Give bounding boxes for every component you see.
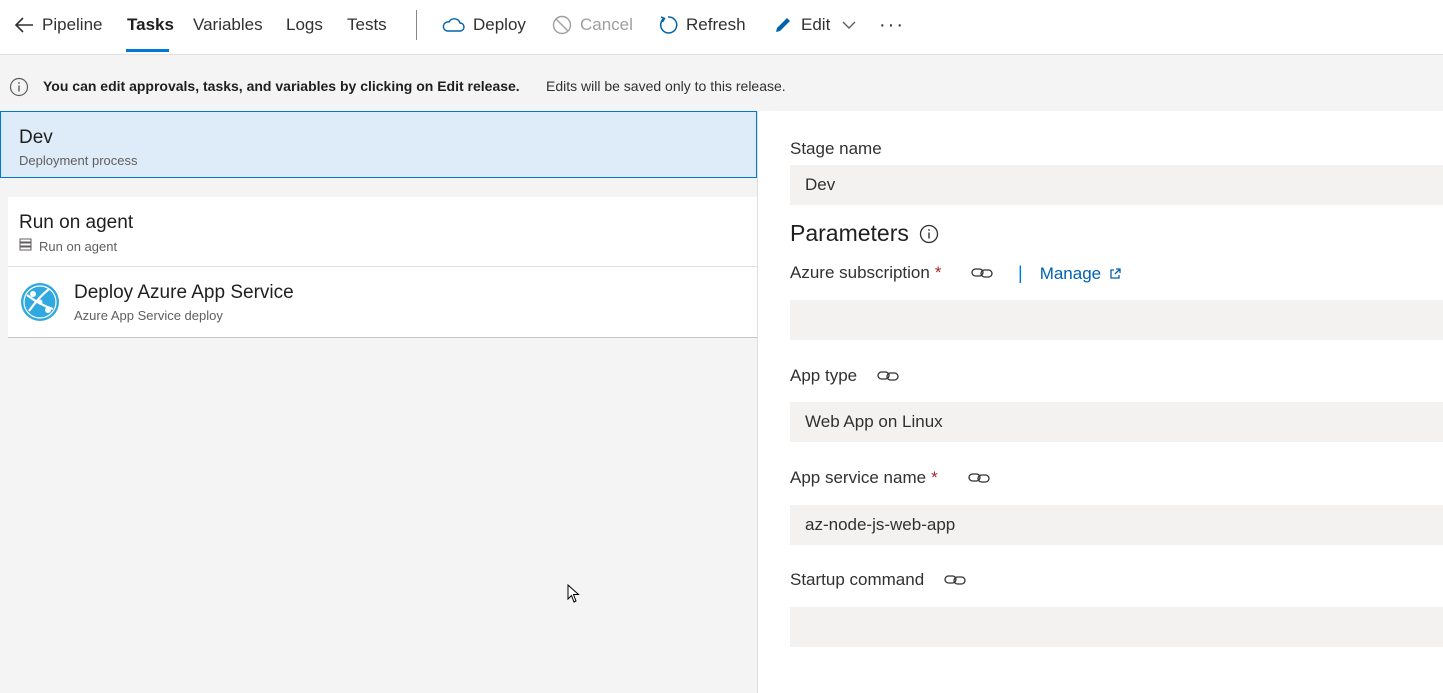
- azure-subscription-label: Azure subscription: [790, 263, 930, 282]
- app-service-name-label: App service name: [790, 468, 927, 487]
- azure-subscription-field[interactable]: [790, 300, 1443, 340]
- azure-app-service-icon: [19, 281, 61, 328]
- startup-command-field[interactable]: [790, 607, 1443, 647]
- chevron-down-icon: [842, 20, 856, 30]
- required-mark: *: [934, 263, 942, 282]
- cancel-label: Cancel: [580, 15, 633, 34]
- cloud-icon: [441, 17, 465, 33]
- link-settings-icon[interactable]: [968, 471, 990, 485]
- mouse-cursor-icon: [567, 583, 581, 609]
- stage-item-dev[interactable]: Dev Deployment process: [0, 111, 757, 178]
- info-bold-text: You can edit approvals, tasks, and varia…: [43, 78, 520, 94]
- back-label: Pipeline: [42, 15, 103, 34]
- pencil-icon: [773, 15, 793, 35]
- stage-name-label: Stage name: [790, 139, 882, 158]
- cancel-icon: [552, 15, 572, 35]
- agent-job-subtitle-row: Run on agent: [19, 238, 117, 254]
- manage-link-group: | Manage: [1018, 263, 1121, 284]
- azure-subscription-label-row: Azure subscription *: [790, 263, 994, 283]
- info-message-bar: You can edit approvals, tasks, and varia…: [0, 54, 1443, 112]
- agent-job-item[interactable]: Run on agent Run on agent: [8, 197, 757, 267]
- edit-button[interactable]: Edit: [773, 0, 864, 50]
- link-settings-icon[interactable]: [971, 266, 994, 280]
- task-title: Deploy Azure App Service: [74, 282, 294, 303]
- tab-variables[interactable]: Variables: [193, 0, 263, 50]
- required-mark: *: [931, 468, 938, 487]
- refresh-button[interactable]: Refresh: [658, 0, 746, 50]
- stage-subtitle: Deployment process: [19, 153, 138, 168]
- task-subtitle: Azure App Service deploy: [74, 308, 223, 323]
- toolbar-divider: [416, 10, 417, 40]
- stage-title: Dev: [19, 127, 53, 148]
- stage-name-field[interactable]: Dev: [790, 165, 1443, 205]
- command-bar: Pipeline Tasks Variables Logs Tests Depl…: [0, 0, 1443, 54]
- agent-job-title: Run on agent: [19, 212, 134, 233]
- manage-separator: |: [1018, 263, 1023, 283]
- app-type-label: App type: [790, 366, 858, 385]
- tab-logs[interactable]: Logs: [286, 0, 323, 50]
- app-type-field[interactable]: Web App on Linux: [790, 402, 1443, 442]
- deployment-process-panel: Dev Deployment process Run on agent Run …: [0, 111, 758, 693]
- active-tab-indicator: [126, 49, 169, 52]
- parameters-title: Parameters: [790, 220, 909, 246]
- refresh-icon: [658, 15, 678, 35]
- back-to-pipeline-button[interactable]: Pipeline: [14, 0, 103, 50]
- link-settings-icon[interactable]: [877, 369, 899, 383]
- tab-tasks[interactable]: Tasks: [127, 0, 174, 50]
- startup-command-label: Startup command: [790, 570, 925, 589]
- tab-tests[interactable]: Tests: [347, 0, 387, 50]
- app-service-name-field[interactable]: az-node-js-web-app: [790, 505, 1443, 545]
- info-icon[interactable]: [919, 224, 939, 244]
- refresh-label: Refresh: [686, 15, 746, 34]
- external-link-icon: [1109, 267, 1121, 280]
- app-service-name-label-row: App service name *: [790, 468, 990, 488]
- task-properties-panel: Stage name Dev Parameters Azure subscrip…: [759, 111, 1443, 693]
- info-rest-text: Edits will be saved only to this release…: [546, 78, 786, 94]
- startup-command-label-row: Startup command: [790, 570, 966, 590]
- task-item-deploy-azure-app-service[interactable]: Deploy Azure App Service Azure App Servi…: [8, 267, 757, 338]
- arrow-left-icon: [14, 16, 34, 34]
- more-actions-button[interactable]: ···: [879, 0, 905, 50]
- parameters-heading: Parameters: [790, 220, 939, 247]
- agent-job-subtitle: Run on agent: [39, 238, 118, 254]
- link-settings-icon[interactable]: [944, 573, 966, 587]
- info-icon: [9, 77, 29, 102]
- edit-label: Edit: [801, 15, 831, 34]
- server-icon: [19, 238, 32, 254]
- deploy-label: Deploy: [473, 15, 526, 34]
- manage-link[interactable]: Manage: [1040, 264, 1101, 284]
- app-type-label-row: App type: [790, 366, 899, 386]
- cancel-button[interactable]: Cancel: [552, 0, 633, 50]
- deploy-button[interactable]: Deploy: [441, 0, 526, 50]
